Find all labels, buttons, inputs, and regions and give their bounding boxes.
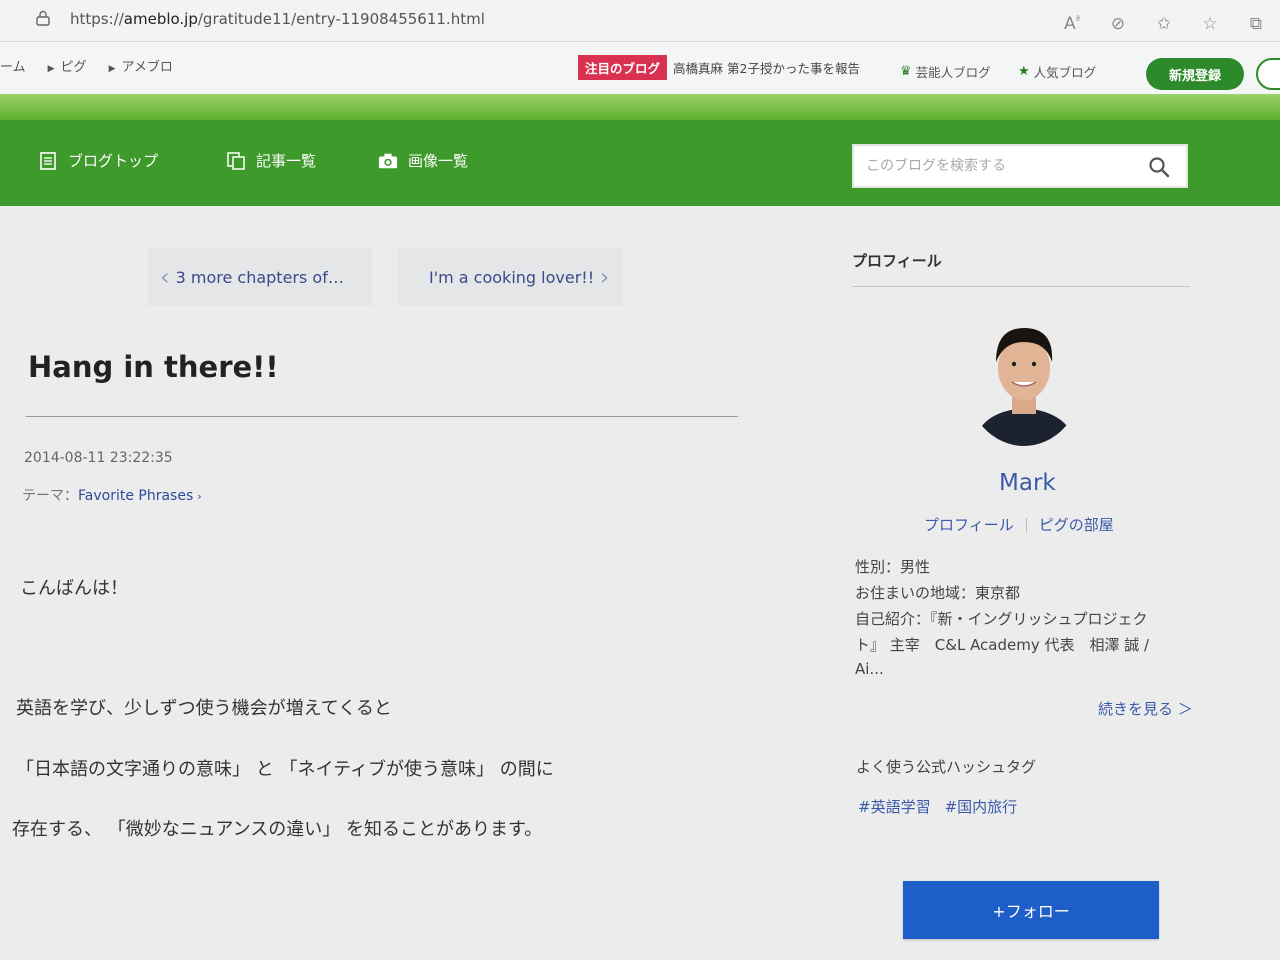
celebrity-blog-label: 芸能人ブログ <box>915 65 991 80</box>
featured-tag: 注目のブログ <box>578 55 668 80</box>
ameba-header: ーム ▶ ピグ ▶ アメブロ 注目のブログ 高橋真麻 第2子授かった事を報告 ♛ 芸… <box>0 42 1280 94</box>
profile-links: プロフィール ピグの部屋 <box>924 514 1114 535</box>
nav-image-list[interactable]: 画像一覧 <box>378 150 468 171</box>
crumb-ameblo[interactable]: ▶ アメブロ <box>109 56 173 75</box>
entry-title: Hang in there!! <box>28 350 279 384</box>
read-aloud-icon[interactable]: Aª <box>1062 14 1082 34</box>
search-input[interactable] <box>854 158 1144 174</box>
search-icon[interactable] <box>1148 156 1170 178</box>
url-path: /gratitude11/entry-11908455611.html <box>197 10 485 28</box>
favorites-add-icon[interactable]: ✩ <box>1154 14 1174 34</box>
triangle-right-icon: ▶ <box>47 64 55 74</box>
popular-blog-label: 人気ブログ <box>1033 65 1097 80</box>
popular-blog-link[interactable]: ★ 人気ブログ <box>1018 62 1096 81</box>
theme-link[interactable]: Favorite Phrases <box>78 488 193 504</box>
crown-icon: ♛ <box>900 64 912 79</box>
profile-heading: プロフィール <box>852 252 942 270</box>
main-content: ‹ 3 more chapters of… I'm a cooking love… <box>0 206 1280 960</box>
hashtag-link[interactable]: #英語学習 <box>858 796 931 817</box>
url-host: ameblo.jp <box>123 10 198 28</box>
entry-date: 2014-08-11 23:22:35 <box>24 450 173 466</box>
chevron-right-icon: › <box>600 263 610 291</box>
profile-area: お住まいの地域：東京都 <box>855 584 1021 602</box>
favorites-icon[interactable]: ☆ <box>1200 14 1220 34</box>
profile-gender: 性別：男性 <box>855 558 931 576</box>
triangle-right-icon: ▶ <box>108 64 116 74</box>
browser-toolbar: Aª ⊘ ✩ ☆ ⧉ <box>1062 14 1266 34</box>
crumb-pigg-label: ピグ <box>60 60 87 75</box>
document-icon <box>38 151 58 171</box>
nav-article-list[interactable]: 記事一覧 <box>226 150 316 171</box>
blog-nav: ブログトップ 記事一覧 画像一覧 <box>0 120 1280 206</box>
profile-intro-line: Ai... <box>855 660 884 678</box>
crumb-pigg[interactable]: ▶ ピグ <box>48 56 87 75</box>
crumb-ameblo-label: アメブロ <box>121 60 173 75</box>
nav-article-list-label: 記事一覧 <box>256 152 317 170</box>
pigg-room-link[interactable]: ピグの部屋 <box>1039 514 1114 535</box>
nav-image-list-label: 画像一覧 <box>408 152 469 170</box>
header-gradient <box>0 94 1280 120</box>
link-separator <box>1025 517 1027 532</box>
profile-name[interactable]: Mark <box>999 470 1056 496</box>
prev-entry-label: 3 more chapters of… <box>175 267 344 287</box>
paragraph: 「日本語の文字通りの意味」 と 「ネイティブが使う意味」 の間に <box>16 759 554 780</box>
chevron-left-icon: ‹ <box>160 263 170 291</box>
profile-link[interactable]: プロフィール <box>924 514 1014 535</box>
camera-icon <box>378 151 398 171</box>
url-prefix: https:// <box>70 10 124 28</box>
celebrity-blog-link[interactable]: ♛ 芸能人ブログ <box>900 62 991 81</box>
signup-button[interactable]: 新規登録 <box>1146 58 1244 90</box>
read-more-link[interactable]: 続きを見る ＞ <box>1098 698 1193 719</box>
collections-icon[interactable]: ⧉ <box>1246 14 1266 34</box>
pages-icon <box>226 151 246 171</box>
nav-blog-top-label: ブログトップ <box>68 152 159 170</box>
prev-entry-link[interactable]: ‹ 3 more chapters of… <box>148 248 372 306</box>
next-entry-label: I'm a cooking lover!! <box>429 267 595 287</box>
theme-label: テーマ： <box>22 488 78 504</box>
chevron-right-icon: › <box>197 490 202 503</box>
title-divider <box>26 416 738 417</box>
profile-intro-line: 自己紹介：『新・イングリッシュプロジェク <box>855 610 1148 628</box>
entry-theme: テーマ：Favorite Phrases › <box>22 485 202 505</box>
paragraph: こんばんは！ <box>20 578 128 599</box>
avatar[interactable] <box>966 316 1082 446</box>
nav-blog-top[interactable]: ブログトップ <box>38 150 158 171</box>
blog-search <box>852 144 1188 188</box>
paragraph: 英語を学び、少しずつ使う機会が増えてくると <box>16 698 392 719</box>
profile-divider <box>852 286 1190 287</box>
login-button[interactable] <box>1256 58 1280 90</box>
hashtag-list: #英語学習 #国内旅行 <box>858 796 1017 817</box>
hashtag-heading: よく使う公式ハッシュタグ <box>856 758 1037 776</box>
next-entry-link[interactable]: I'm a cooking lover!! › <box>397 248 623 306</box>
featured-text: 高橋真麻 第2子授かった事を報告 <box>673 61 860 76</box>
lock-icon <box>36 10 50 26</box>
profile-intro-line: ト』 主宰 C&L Academy 代表 相澤 誠 / <box>855 636 1150 654</box>
crumb-home[interactable]: ーム <box>0 56 26 75</box>
breadcrumb: ーム ▶ ピグ ▶ アメブロ <box>0 56 195 75</box>
browser-address-bar: https://ameblo.jp/gratitude11/entry-1190… <box>0 0 1280 42</box>
url-field[interactable]: https://ameblo.jp/gratitude11/entry-1190… <box>70 10 485 28</box>
tracking-icon[interactable]: ⊘ <box>1108 14 1128 34</box>
star-icon: ★ <box>1018 64 1030 79</box>
hashtag-link[interactable]: #国内旅行 <box>945 796 1018 817</box>
featured-blog-notice[interactable]: 注目のブログ 高橋真麻 第2子授かった事を報告 <box>578 55 860 80</box>
paragraph: 存在する、 「微妙なニュアンスの違い」 を知ることがあります。 <box>12 819 543 840</box>
follow-button[interactable]: +フォロー <box>903 881 1159 939</box>
